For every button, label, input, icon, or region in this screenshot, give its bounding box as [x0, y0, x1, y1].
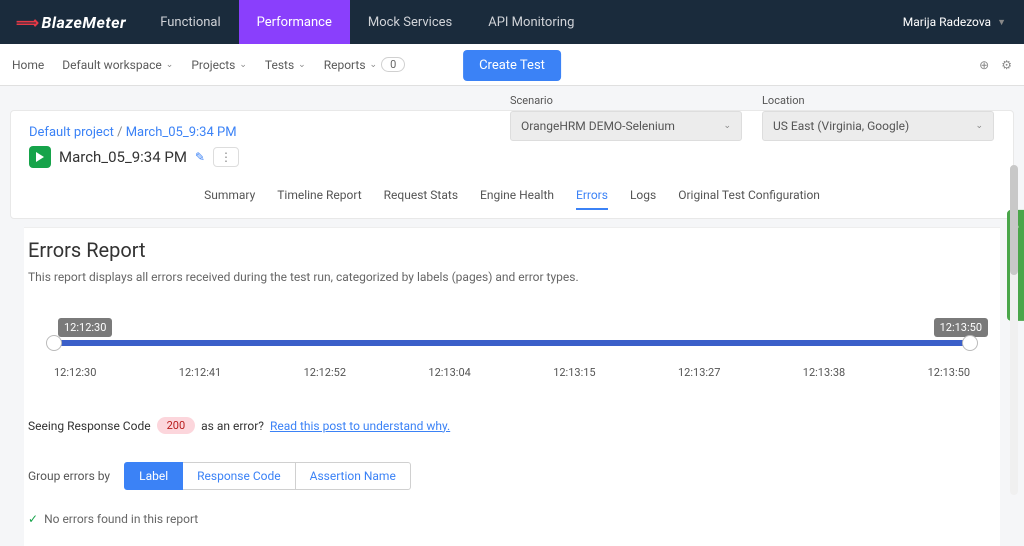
group-by-row: Group errors by Label Response Code Asse…: [28, 462, 996, 490]
slider-handle-end[interactable]: [962, 335, 978, 351]
nav-projects[interactable]: Projects⌄: [191, 58, 247, 72]
chevron-down-icon: ▼: [997, 17, 1006, 28]
location-select[interactable]: US East (Virginia, Google)⌄: [762, 111, 994, 141]
time-ticks: 12:12:30 12:12:41 12:12:52 12:13:04 12:1…: [54, 366, 970, 379]
user-name: Marija Radezova: [903, 15, 991, 29]
no-errors-message: ✓ No errors found in this report: [28, 512, 996, 526]
group-by-label: Group errors by: [28, 469, 110, 483]
subtab-original-config[interactable]: Original Test Configuration: [678, 188, 820, 210]
breadcrumb-test[interactable]: March_05_9:34 PM: [126, 125, 237, 140]
subtab-engine-health[interactable]: Engine Health: [480, 188, 554, 210]
gear-icon[interactable]: ⚙: [1001, 58, 1012, 72]
nav-reports[interactable]: Reports⌄0: [324, 57, 406, 72]
create-test-button[interactable]: Create Test: [463, 50, 561, 81]
user-menu[interactable]: Marija Radezova ▼: [885, 15, 1024, 29]
nav-tab-api-monitoring[interactable]: API Monitoring: [470, 0, 592, 44]
code-200-badge: 200: [157, 417, 196, 434]
logo[interactable]: BlazeMeter: [0, 13, 142, 32]
group-by-assertion-button[interactable]: Assertion Name: [295, 462, 411, 490]
nav-tests[interactable]: Tests⌄: [265, 58, 306, 72]
check-icon: ✓: [28, 512, 38, 526]
chevron-down-icon: ⌄: [975, 121, 983, 131]
help-link[interactable]: Read this post to understand why.: [270, 419, 450, 433]
chevron-down-icon: ⌄: [298, 60, 306, 70]
test-title: March_05_9:34 PM: [59, 148, 187, 166]
time-range-slider[interactable]: 12:12:30 12:13:50 12:12:30 12:12:41 12:1…: [28, 340, 996, 379]
subtab-request-stats[interactable]: Request Stats: [384, 188, 458, 210]
slider-handle-start[interactable]: [46, 335, 62, 351]
add-user-icon[interactable]: ⊕: [979, 58, 989, 72]
scrollbar[interactable]: [1010, 165, 1018, 495]
scenario-label: Scenario: [510, 94, 742, 107]
play-icon[interactable]: [29, 146, 51, 168]
reports-count-badge: 0: [381, 57, 405, 72]
breadcrumb-project[interactable]: Default project: [29, 125, 114, 140]
top-navbar: BlazeMeter Functional Performance Mock S…: [0, 0, 1024, 44]
group-by-label-button[interactable]: Label: [124, 462, 183, 490]
subtab-timeline[interactable]: Timeline Report: [277, 188, 361, 210]
scrollbar-thumb[interactable]: [1010, 165, 1018, 275]
more-menu-icon[interactable]: ⋮: [213, 147, 239, 167]
time-badge-start: 12:12:30: [58, 318, 112, 337]
subtab-errors[interactable]: Errors: [576, 188, 608, 210]
test-header-card: Default project / March_05_9:34 PM March…: [10, 110, 1014, 219]
scenario-select[interactable]: OrangeHRM DEMO-Selenium⌄: [510, 111, 742, 141]
report-title: Errors Report: [28, 238, 996, 262]
nav-tab-mock-services[interactable]: Mock Services: [350, 0, 470, 44]
errors-report: Errors Report This report displays all e…: [24, 227, 1000, 546]
nav-tab-functional[interactable]: Functional: [142, 0, 238, 44]
subtab-summary[interactable]: Summary: [204, 188, 255, 210]
edit-icon[interactable]: ✎: [195, 150, 205, 164]
group-by-buttons: Label Response Code Assertion Name: [124, 462, 411, 490]
chevron-down-icon: ⌄: [166, 60, 174, 70]
chevron-down-icon: ⌄: [723, 121, 731, 131]
report-description: This report displays all errors received…: [28, 270, 996, 284]
location-label: Location: [762, 94, 994, 107]
chevron-down-icon: ⌄: [239, 60, 247, 70]
nav-home[interactable]: Home: [12, 58, 44, 72]
nav-workspace[interactable]: Default workspace⌄: [62, 58, 173, 72]
group-by-response-code-button[interactable]: Response Code: [183, 462, 294, 490]
report-subtabs: Summary Timeline Report Request Stats En…: [29, 188, 995, 218]
time-badge-end: 12:13:50: [934, 318, 988, 337]
chevron-down-icon: ⌄: [370, 60, 378, 70]
nav-tab-performance[interactable]: Performance: [239, 0, 350, 44]
slider-track: [54, 340, 970, 346]
nav-tabs: Functional Performance Mock Services API…: [142, 0, 592, 44]
subtab-logs[interactable]: Logs: [630, 188, 656, 210]
response-code-note: Seeing Response Code 200 as an error? Re…: [28, 417, 996, 434]
